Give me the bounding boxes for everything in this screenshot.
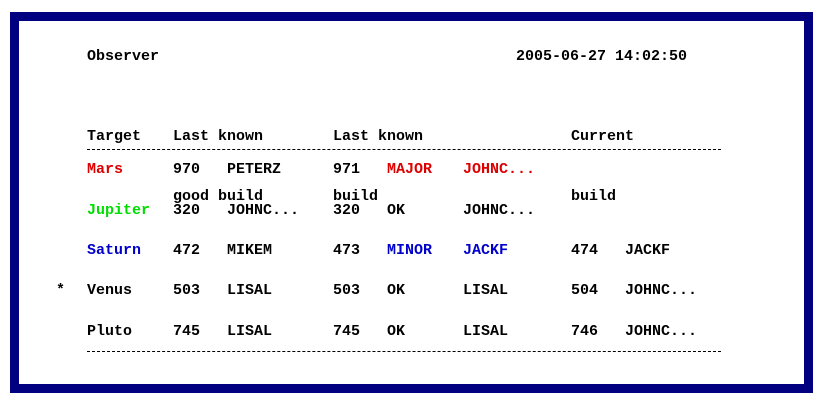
last-good-build-user: JOHNC...: [227, 202, 300, 219]
header-current-line2: build: [571, 188, 617, 205]
timestamp: 2005-06-27 14:02:50: [516, 48, 688, 65]
target-name: Venus: [87, 282, 133, 299]
last-good-build-number: 472: [173, 242, 201, 259]
last-known-build-user: LISAL: [463, 282, 509, 299]
header-last-good-line1: Last known: [173, 128, 264, 145]
header-target-label: Target: [87, 128, 142, 145]
last-known-build-status: OK: [387, 202, 406, 219]
last-known-build-user: JOHNC...: [463, 161, 536, 178]
header-last-known-line1: Last known: [333, 128, 424, 145]
header-current-build: Current build: [571, 87, 634, 227]
last-known-build-number: 473: [333, 242, 361, 259]
last-known-build-status: MAJOR: [387, 161, 433, 178]
current-build-user: JACKF: [625, 242, 671, 259]
last-good-build-number: 745: [173, 323, 201, 340]
last-good-build-user: LISAL: [227, 323, 273, 340]
target-name: Jupiter: [87, 202, 151, 219]
screen-title: Observer: [87, 48, 160, 65]
header-target: Target: [87, 87, 141, 167]
last-known-build-status: OK: [387, 282, 406, 299]
header-divider: [87, 149, 721, 150]
last-good-build-user: PETERZ: [227, 161, 282, 178]
target-name: Mars: [87, 161, 124, 178]
last-known-build-user: LISAL: [463, 323, 509, 340]
header-current-line1: Current: [571, 128, 635, 145]
last-known-build-number: 745: [333, 323, 361, 340]
last-good-build-number: 970: [173, 161, 201, 178]
footer-divider: [87, 351, 721, 352]
current-build-number: 746: [571, 323, 599, 340]
last-known-build-status: MINOR: [387, 242, 433, 259]
current-build-number: 474: [571, 242, 599, 259]
last-good-build-user: MIKEM: [227, 242, 273, 259]
last-known-build-number: 971: [333, 161, 361, 178]
last-known-build-status: OK: [387, 323, 406, 340]
last-known-build-number: 320: [333, 202, 361, 219]
row-marker: *: [56, 282, 66, 299]
current-build-user: JOHNC...: [625, 282, 698, 299]
last-known-build-user: JACKF: [463, 242, 509, 259]
current-build-user: JOHNC...: [625, 323, 698, 340]
last-good-build-number: 320: [173, 202, 201, 219]
target-name: Saturn: [87, 242, 142, 259]
last-good-build-number: 503: [173, 282, 201, 299]
last-good-build-user: LISAL: [227, 282, 273, 299]
target-name: Pluto: [87, 323, 133, 340]
last-known-build-number: 503: [333, 282, 361, 299]
current-build-number: 504: [571, 282, 599, 299]
last-known-build-user: JOHNC...: [463, 202, 536, 219]
